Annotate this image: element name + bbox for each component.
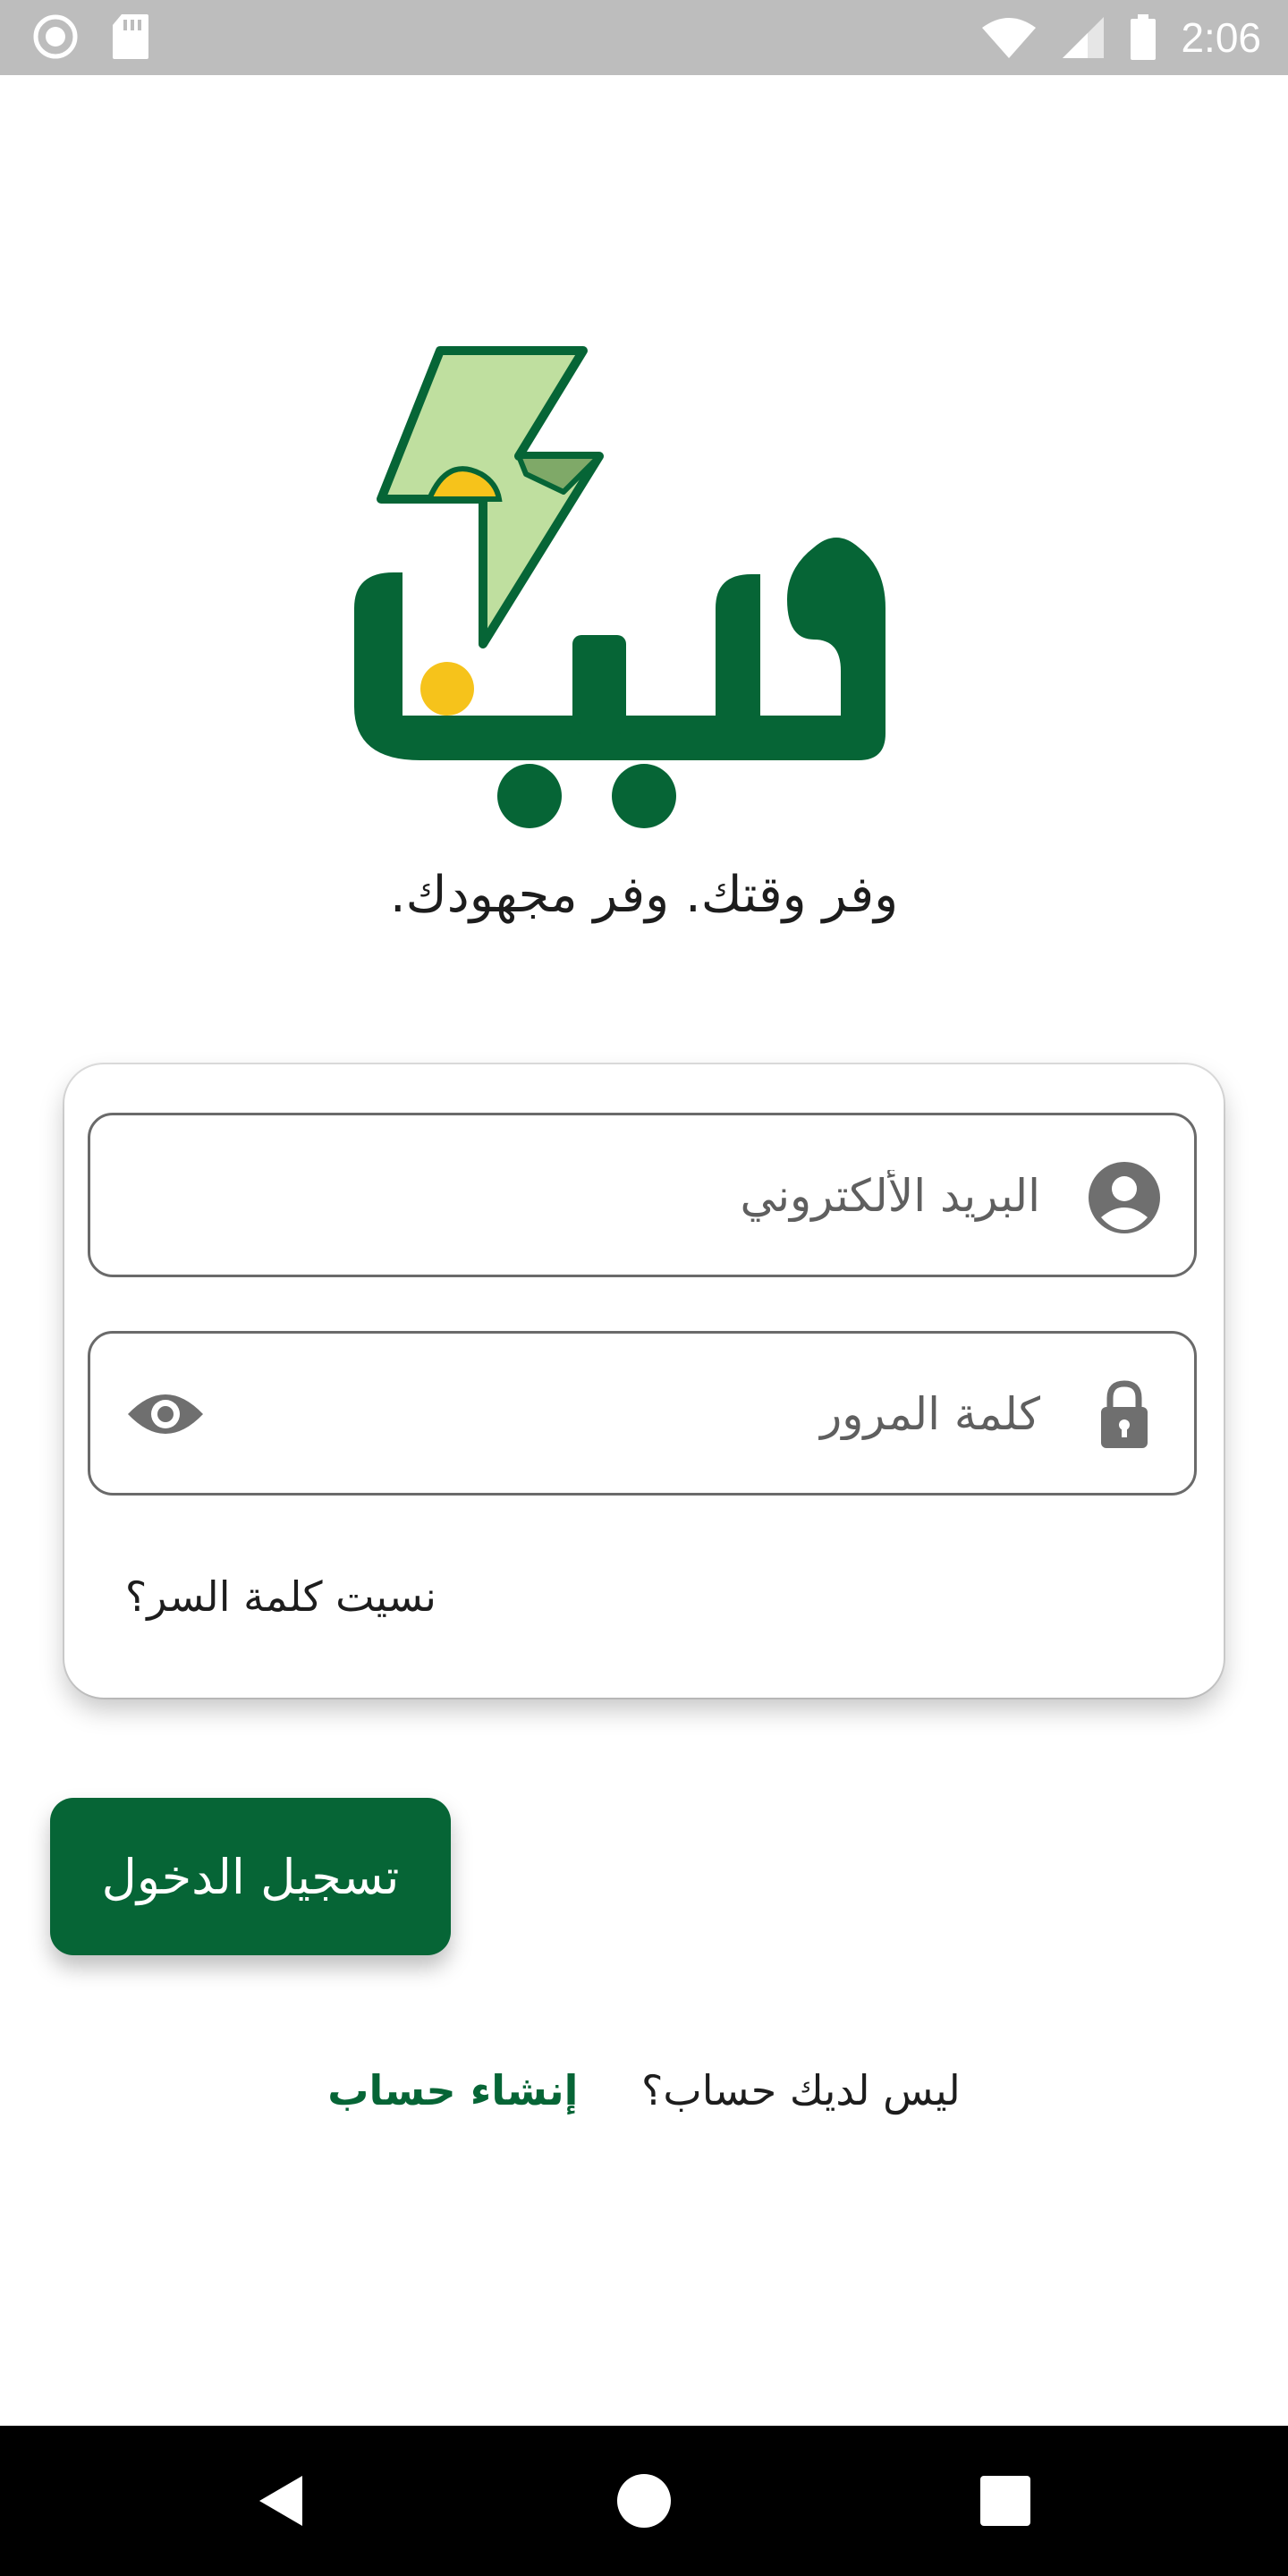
login-card: نسيت كلمة السر؟ <box>64 1064 1224 1698</box>
status-time: 2:06 <box>1181 14 1261 61</box>
battery-icon <box>1131 14 1157 60</box>
email-input[interactable] <box>269 1115 1042 1276</box>
wifi-icon <box>982 18 1037 58</box>
login-button[interactable]: تسجيل الدخول <box>50 1798 451 1955</box>
status-bar: 2:06 <box>0 0 1288 75</box>
signal-icon <box>1063 17 1105 58</box>
tagline: وفر وقتك. وفر مجهودك. <box>389 866 899 924</box>
password-field[interactable] <box>88 1331 1197 1496</box>
signup-row: ليس لديك حساب؟ إنشاء حساب <box>0 2066 1288 2114</box>
recents-icon[interactable] <box>973 2469 1038 2533</box>
eye-icon[interactable] <box>126 1387 205 1441</box>
email-field[interactable] <box>88 1113 1197 1277</box>
record-icon <box>33 14 78 59</box>
forgot-password-link[interactable]: نسيت كلمة السر؟ <box>125 1572 436 1621</box>
home-icon[interactable] <box>612 2469 676 2533</box>
signup-question: ليس لديك حساب؟ <box>641 2066 961 2114</box>
create-account-link[interactable]: إنشاء حساب <box>327 2066 578 2114</box>
sd-card-icon <box>113 14 148 59</box>
navigation-bar <box>0 2426 1288 2576</box>
app-logo <box>354 346 886 828</box>
account-circle-icon <box>1089 1162 1160 1233</box>
password-input[interactable] <box>269 1334 1042 1495</box>
lock-icon <box>1101 1380 1148 1448</box>
back-icon[interactable] <box>250 2469 315 2533</box>
